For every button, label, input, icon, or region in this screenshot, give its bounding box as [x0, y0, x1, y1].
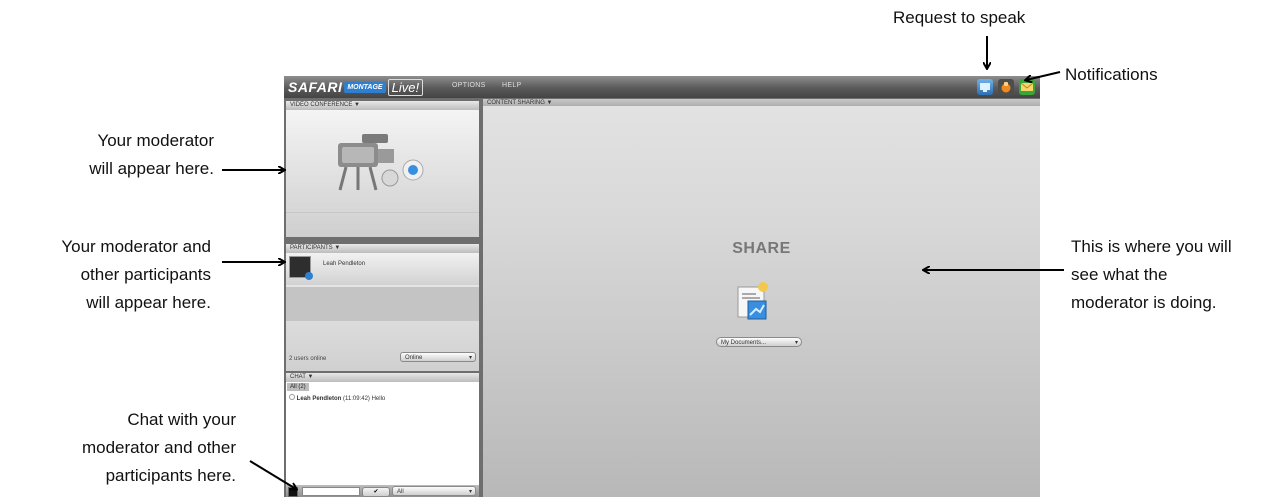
- chat-arrow: [249, 460, 296, 489]
- notifications-arrow: [1026, 71, 1061, 80]
- annotation-arrows: [222, 36, 1064, 497]
